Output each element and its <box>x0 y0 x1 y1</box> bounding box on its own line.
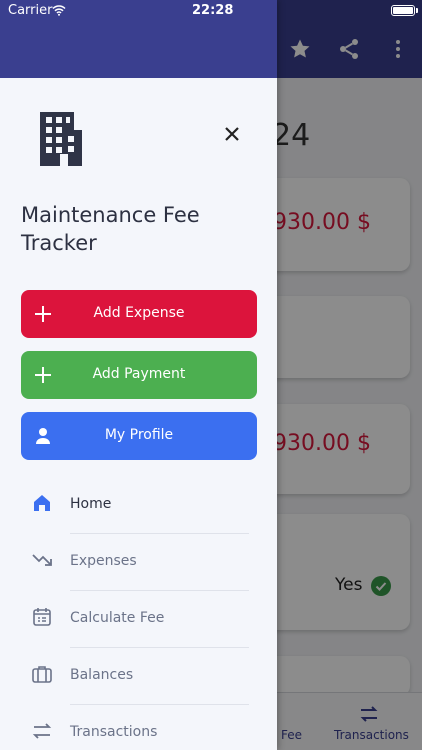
nav-label-balances: Balances <box>70 667 134 683</box>
clock: 22:28 <box>192 3 234 18</box>
nav-item-home[interactable]: Home <box>27 477 249 534</box>
add-payment-button[interactable]: Add Payment <box>21 351 257 399</box>
nav-label-expenses: Expenses <box>70 553 137 569</box>
briefcase-icon <box>32 666 52 683</box>
navigation-drawer: Maintenance Fee Tracker Add Expense Add … <box>0 0 277 750</box>
status-bar: Carrier 22:28 <box>0 0 422 22</box>
nav-item-calculate-fee[interactable]: Calculate Fee <box>27 591 249 648</box>
my-profile-label: My Profile <box>104 427 174 443</box>
add-expense-label: Add Expense <box>93 305 185 321</box>
battery-tip <box>416 8 418 13</box>
building-icon <box>40 112 82 166</box>
add-payment-label: Add Payment <box>92 366 186 382</box>
nav-item-balances[interactable]: Balances <box>27 648 249 705</box>
add-expense-button[interactable]: Add Expense <box>21 290 257 338</box>
close-icon[interactable] <box>223 125 241 143</box>
carrier-label: Carrier <box>8 3 53 18</box>
swap-icon <box>32 723 52 739</box>
nav-label-transactions: Transactions <box>70 724 158 740</box>
trending-down-icon <box>32 554 52 566</box>
nav-label-calculate-fee: Calculate Fee <box>70 610 165 626</box>
nav-label-home: Home <box>70 496 112 512</box>
calculator-icon <box>33 608 51 626</box>
nav-item-expenses[interactable]: Expenses <box>27 534 249 591</box>
wifi-icon <box>52 5 66 16</box>
my-profile-button[interactable]: My Profile <box>21 412 257 460</box>
home-icon <box>34 495 50 511</box>
app-title: Maintenance Fee Tracker <box>21 203 200 255</box>
nav-item-transactions[interactable]: Transactions <box>27 705 249 750</box>
battery-icon <box>391 5 415 16</box>
